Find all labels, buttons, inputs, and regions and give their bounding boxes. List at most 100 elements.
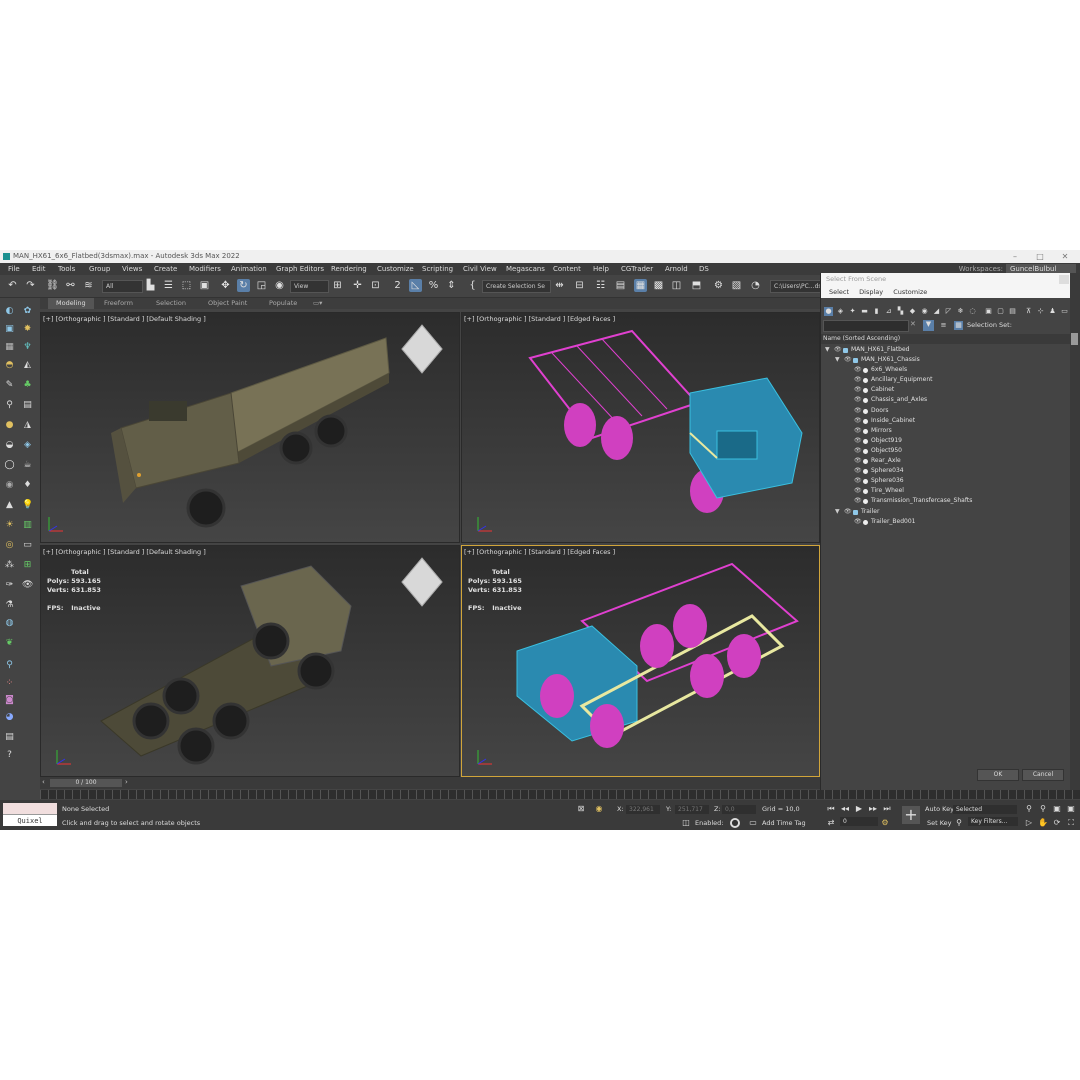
tree-item[interactable]: 👁 Sphere036 <box>821 476 1071 486</box>
array-icon[interactable]: ⁂ <box>4 560 15 571</box>
render-frame-icon[interactable]: ⚙ <box>712 279 725 292</box>
arnold-icon[interactable]: ◙ <box>4 695 15 706</box>
tag-icon[interactable]: ♦ <box>22 480 33 491</box>
lock-selection-icon[interactable]: ◉ <box>594 804 604 814</box>
help-circle-icon[interactable]: ? <box>4 750 15 761</box>
angle-snap-icon[interactable]: ◺ <box>409 279 422 292</box>
key-filters-button[interactable]: Key Filters... <box>968 817 1018 826</box>
scrollbar-thumb[interactable] <box>1071 333 1078 345</box>
clear-search-icon[interactable]: ✕ <box>910 320 916 328</box>
highlight-icon[interactable]: ♟ <box>1048 307 1057 316</box>
find-icon[interactable]: ⊹ <box>1036 307 1045 316</box>
utilities-icon[interactable]: ◒ <box>4 440 15 451</box>
hierarchy-icon[interactable]: ⚲ <box>4 400 15 411</box>
time-config-icon[interactable]: ⚙ <box>880 818 890 828</box>
tree-item[interactable]: 👁 Inside_Cabinet <box>821 416 1071 426</box>
menu-customize[interactable]: Customize <box>893 288 927 296</box>
viewport-bottom-left[interactable]: [+] [Orthographic ] [Standard ] [Default… <box>40 545 460 777</box>
lights-icon[interactable]: ✸ <box>22 324 33 335</box>
time-tag-icon[interactable]: ▭ <box>748 818 758 828</box>
tree-item[interactable]: 👁 Mirrors <box>821 426 1071 436</box>
menu-modifiers[interactable]: Modifiers <box>189 263 221 275</box>
set-key-button[interactable]: Set Key <box>927 819 952 827</box>
menu-file[interactable]: File <box>8 263 20 275</box>
create-geometry-icon[interactable]: ◐ <box>4 306 15 317</box>
prev-frame-icon[interactable]: ‹ <box>42 778 45 786</box>
select-by-name-icon[interactable]: ☰ <box>162 279 175 292</box>
percent-snap-icon[interactable]: % <box>427 279 440 292</box>
snaps-toggle-icon[interactable]: 2 <box>391 279 404 292</box>
layer-explorer-icon[interactable]: ☷ <box>594 279 607 292</box>
tree-item[interactable]: 👁 Rear_Axle <box>821 456 1071 466</box>
leaf-icon[interactable]: ❦ <box>4 638 15 649</box>
flask-icon[interactable]: ⚗ <box>4 600 15 611</box>
prev-key-icon[interactable]: ◂◂ <box>840 804 850 814</box>
ribbon-options-icon[interactable]: ▭▾ <box>313 298 322 309</box>
curve-editor-icon[interactable]: ▦ <box>634 279 647 292</box>
menu-graph-editors[interactable]: Graph Editors <box>276 263 324 275</box>
viewport-bottom-right[interactable]: [+] [Orthographic ] [Standard ] [Edged F… <box>461 545 820 777</box>
cancel-button[interactable]: Cancel <box>1022 769 1064 781</box>
tab-object-paint[interactable]: Object Paint <box>208 298 247 309</box>
visibility-eye-icon[interactable]: 👁 <box>854 385 862 395</box>
spacewarps-icon[interactable]: ◓ <box>4 360 15 371</box>
filter-invert-icon[interactable]: ▤ <box>1008 307 1017 316</box>
visibility-eye-icon[interactable]: 👁 <box>854 375 862 385</box>
tree-item[interactable]: 👁 Trailer_Bed001 <box>821 517 1071 527</box>
filter-none-icon[interactable]: ▢ <box>996 307 1005 316</box>
visibility-eye-icon[interactable]: 👁 <box>854 395 862 405</box>
filter-bones-icon[interactable]: ◉ <box>920 307 929 316</box>
menu-scripting[interactable]: Scripting <box>422 263 453 275</box>
viewport-top-left[interactable]: [+] [Orthographic ] [Standard ] [Default… <box>40 312 460 543</box>
clipboard-icon[interactable]: ▤ <box>4 732 15 743</box>
filter-groups-icon[interactable]: ▚ <box>896 307 905 316</box>
menu-megascans[interactable]: Megascans <box>506 263 545 275</box>
tab-populate[interactable]: Populate <box>269 298 297 309</box>
selection-set-icon[interactable]: ▦ <box>954 321 963 330</box>
menu-cgtrader[interactable]: CGTrader <box>621 263 653 275</box>
menu-content[interactable]: Content <box>553 263 581 275</box>
time-tag-toggle-icon[interactable]: ● <box>730 818 740 828</box>
ds-icon[interactable]: ◕ <box>4 712 15 723</box>
track-bar[interactable] <box>40 790 1080 799</box>
move-icon[interactable]: ✥ <box>219 279 232 292</box>
visibility-eye-icon[interactable]: 👁 <box>854 486 862 496</box>
menu-ds[interactable]: DS <box>699 263 709 275</box>
tab-selection[interactable]: Selection <box>156 298 186 309</box>
motion-icon[interactable]: ▤ <box>22 400 33 411</box>
filter-shapes-icon[interactable]: ◈ <box>836 307 845 316</box>
spinner-snap-icon[interactable]: ⇕ <box>445 279 458 292</box>
menu-help[interactable]: Help <box>593 263 609 275</box>
menu-views[interactable]: Views <box>122 263 142 275</box>
tree-item[interactable]: 👁 Ancillary_Equipment <box>821 375 1071 385</box>
globe-icon[interactable]: ◍ <box>4 618 15 629</box>
tree-item[interactable]: 👁 Sphere034 <box>821 466 1071 476</box>
visibility-eye-icon[interactable]: 👁 <box>854 476 862 486</box>
sun-icon[interactable]: ☀ <box>4 520 15 531</box>
paint-icon[interactable]: ✎ <box>4 380 15 391</box>
x-coordinate-field[interactable]: 322,961 <box>626 805 660 814</box>
cloud-icon[interactable]: ▣ <box>4 324 15 335</box>
visibility-eye-icon[interactable]: 👁 <box>844 507 852 517</box>
visibility-eye-icon[interactable]: 👁 <box>834 345 842 355</box>
filter-hidden-icon[interactable]: ❄ <box>956 307 965 316</box>
eye-outline-icon[interactable]: 👁 <box>22 580 33 591</box>
time-slider[interactable]: ‹ 0 / 100 › <box>40 777 820 789</box>
cone-icon[interactable]: ▲ <box>4 500 15 511</box>
isolate-icon[interactable]: ⊠ <box>576 804 586 814</box>
link-icon[interactable]: ⛓ <box>46 279 59 292</box>
filter-containers-icon[interactable]: ◢ <box>932 307 941 316</box>
quixel-bridge-button[interactable]: Quixel Bridge <box>3 803 57 830</box>
close-button[interactable]: ✕ <box>1055 250 1075 263</box>
tree-item[interactable]: ▼ 👁 MAN_HX61_Flatbed <box>821 345 1071 355</box>
menu-customize[interactable]: Customize <box>377 263 414 275</box>
zoom-extents-icon[interactable]: ▣ <box>1052 804 1062 814</box>
selection-filter-dropdown[interactable]: All <box>102 280 143 293</box>
layers-icon[interactable]: ≡ <box>939 321 948 330</box>
visibility-eye-icon[interactable]: 👁 <box>854 517 862 527</box>
target-icon[interactable]: ◎ <box>4 540 15 551</box>
menu-animation[interactable]: Animation <box>231 263 267 275</box>
current-frame-field[interactable]: 0 <box>840 817 878 826</box>
render-iterative-icon[interactable]: ◔ <box>749 279 762 292</box>
maxscript-listener[interactable] <box>3 803 57 814</box>
